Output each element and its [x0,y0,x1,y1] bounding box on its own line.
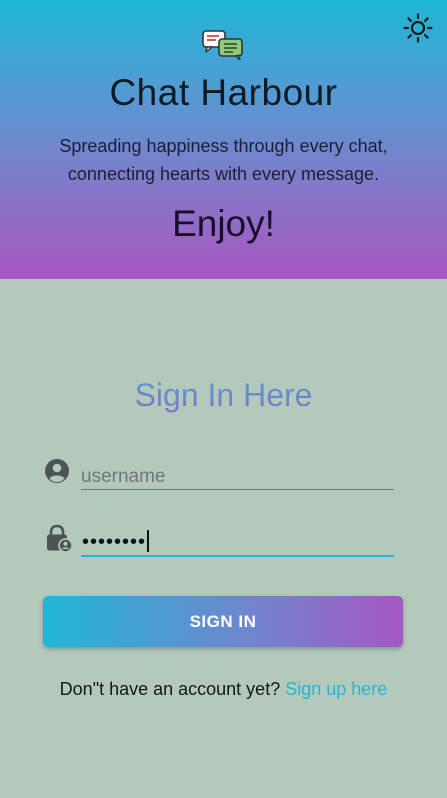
username-underline [81,489,394,490]
signin-title: Sign In Here [0,377,447,414]
tagline: Spreading happiness through every chat, … [59,136,388,184]
header-banner: Chat Harbour Spreading happiness through… [0,0,447,279]
text-caret [147,530,150,552]
enjoy-heading: Enjoy! [172,203,275,244]
signup-prompt-line: Don"t have an account yet? Sign up here [0,679,447,700]
sun-icon [403,13,433,43]
account-circle-icon [45,459,69,483]
password-underline [81,555,394,557]
app-title: Chat Harbour [109,72,338,113]
signup-prompt: Don"t have an account yet? [59,679,281,699]
theme-toggle-button[interactable] [402,12,434,44]
lock-person-icon [47,524,73,552]
password-input[interactable]: •••••••• [82,530,150,554]
password-masked-value: •••••••• [82,531,147,553]
chat-bubbles-icon [202,30,243,60]
signup-link[interactable]: Sign up here [285,679,387,699]
signin-button[interactable]: SIGN IN [43,596,403,647]
